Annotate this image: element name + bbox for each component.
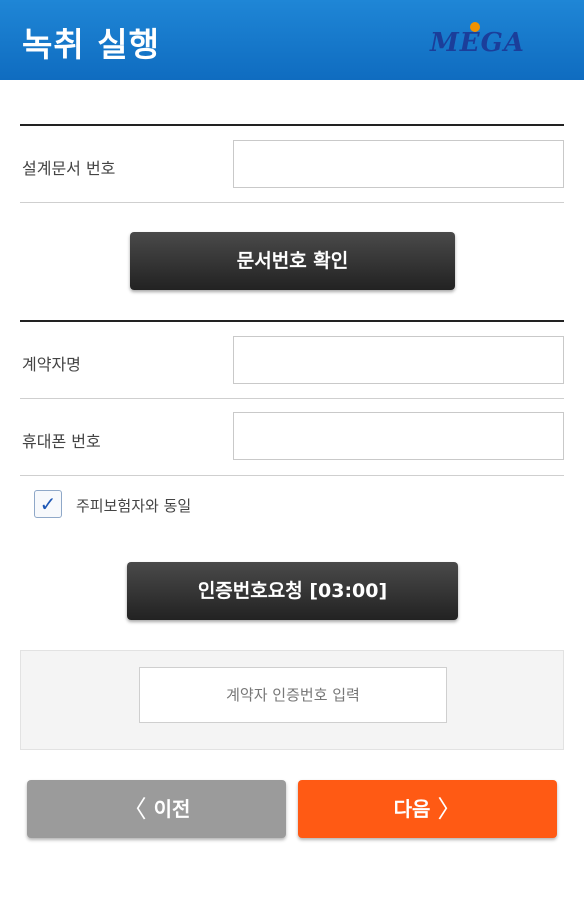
section-divider [20,320,564,322]
section-divider [20,124,564,126]
row-divider [20,398,564,399]
row-divider [20,202,564,203]
logo-text: MEGA [430,28,525,58]
design-doc-label: 설계문서 번호 [22,159,116,178]
same-insured-label[interactable]: 주피보험자와 동일 [76,495,191,516]
phone-label: 휴대폰 번호 [22,432,101,451]
same-insured-checkbox[interactable]: ✓ [34,490,62,518]
mega-logo: MEGA [430,22,560,62]
next-button-label: 다음 [393,797,431,821]
row-divider [20,475,564,476]
confirm-doc-number-button[interactable]: 문서번호 확인 [130,232,455,290]
phone-input[interactable] [233,412,564,460]
auth-code-panel [20,650,564,750]
prev-button-label: 이전 [153,797,191,821]
prev-button[interactable]: 〈 이전 [27,780,286,838]
chevron-right-icon: 〉 [437,795,462,823]
auth-code-request-button[interactable]: 인증번호요청 [03:00] [127,562,458,620]
design-doc-input[interactable] [233,140,564,188]
chevron-left-icon: 〈 [122,795,147,823]
auth-code-input[interactable] [139,667,447,723]
next-button[interactable]: 다음 〉 [298,780,557,838]
contractor-name-input[interactable] [233,336,564,384]
check-icon: ✓ [39,492,57,516]
page-title: 녹취 실행 [22,25,160,64]
app-header: 녹취 실행 MEGA [0,0,584,80]
contractor-name-label: 계약자명 [22,355,81,374]
